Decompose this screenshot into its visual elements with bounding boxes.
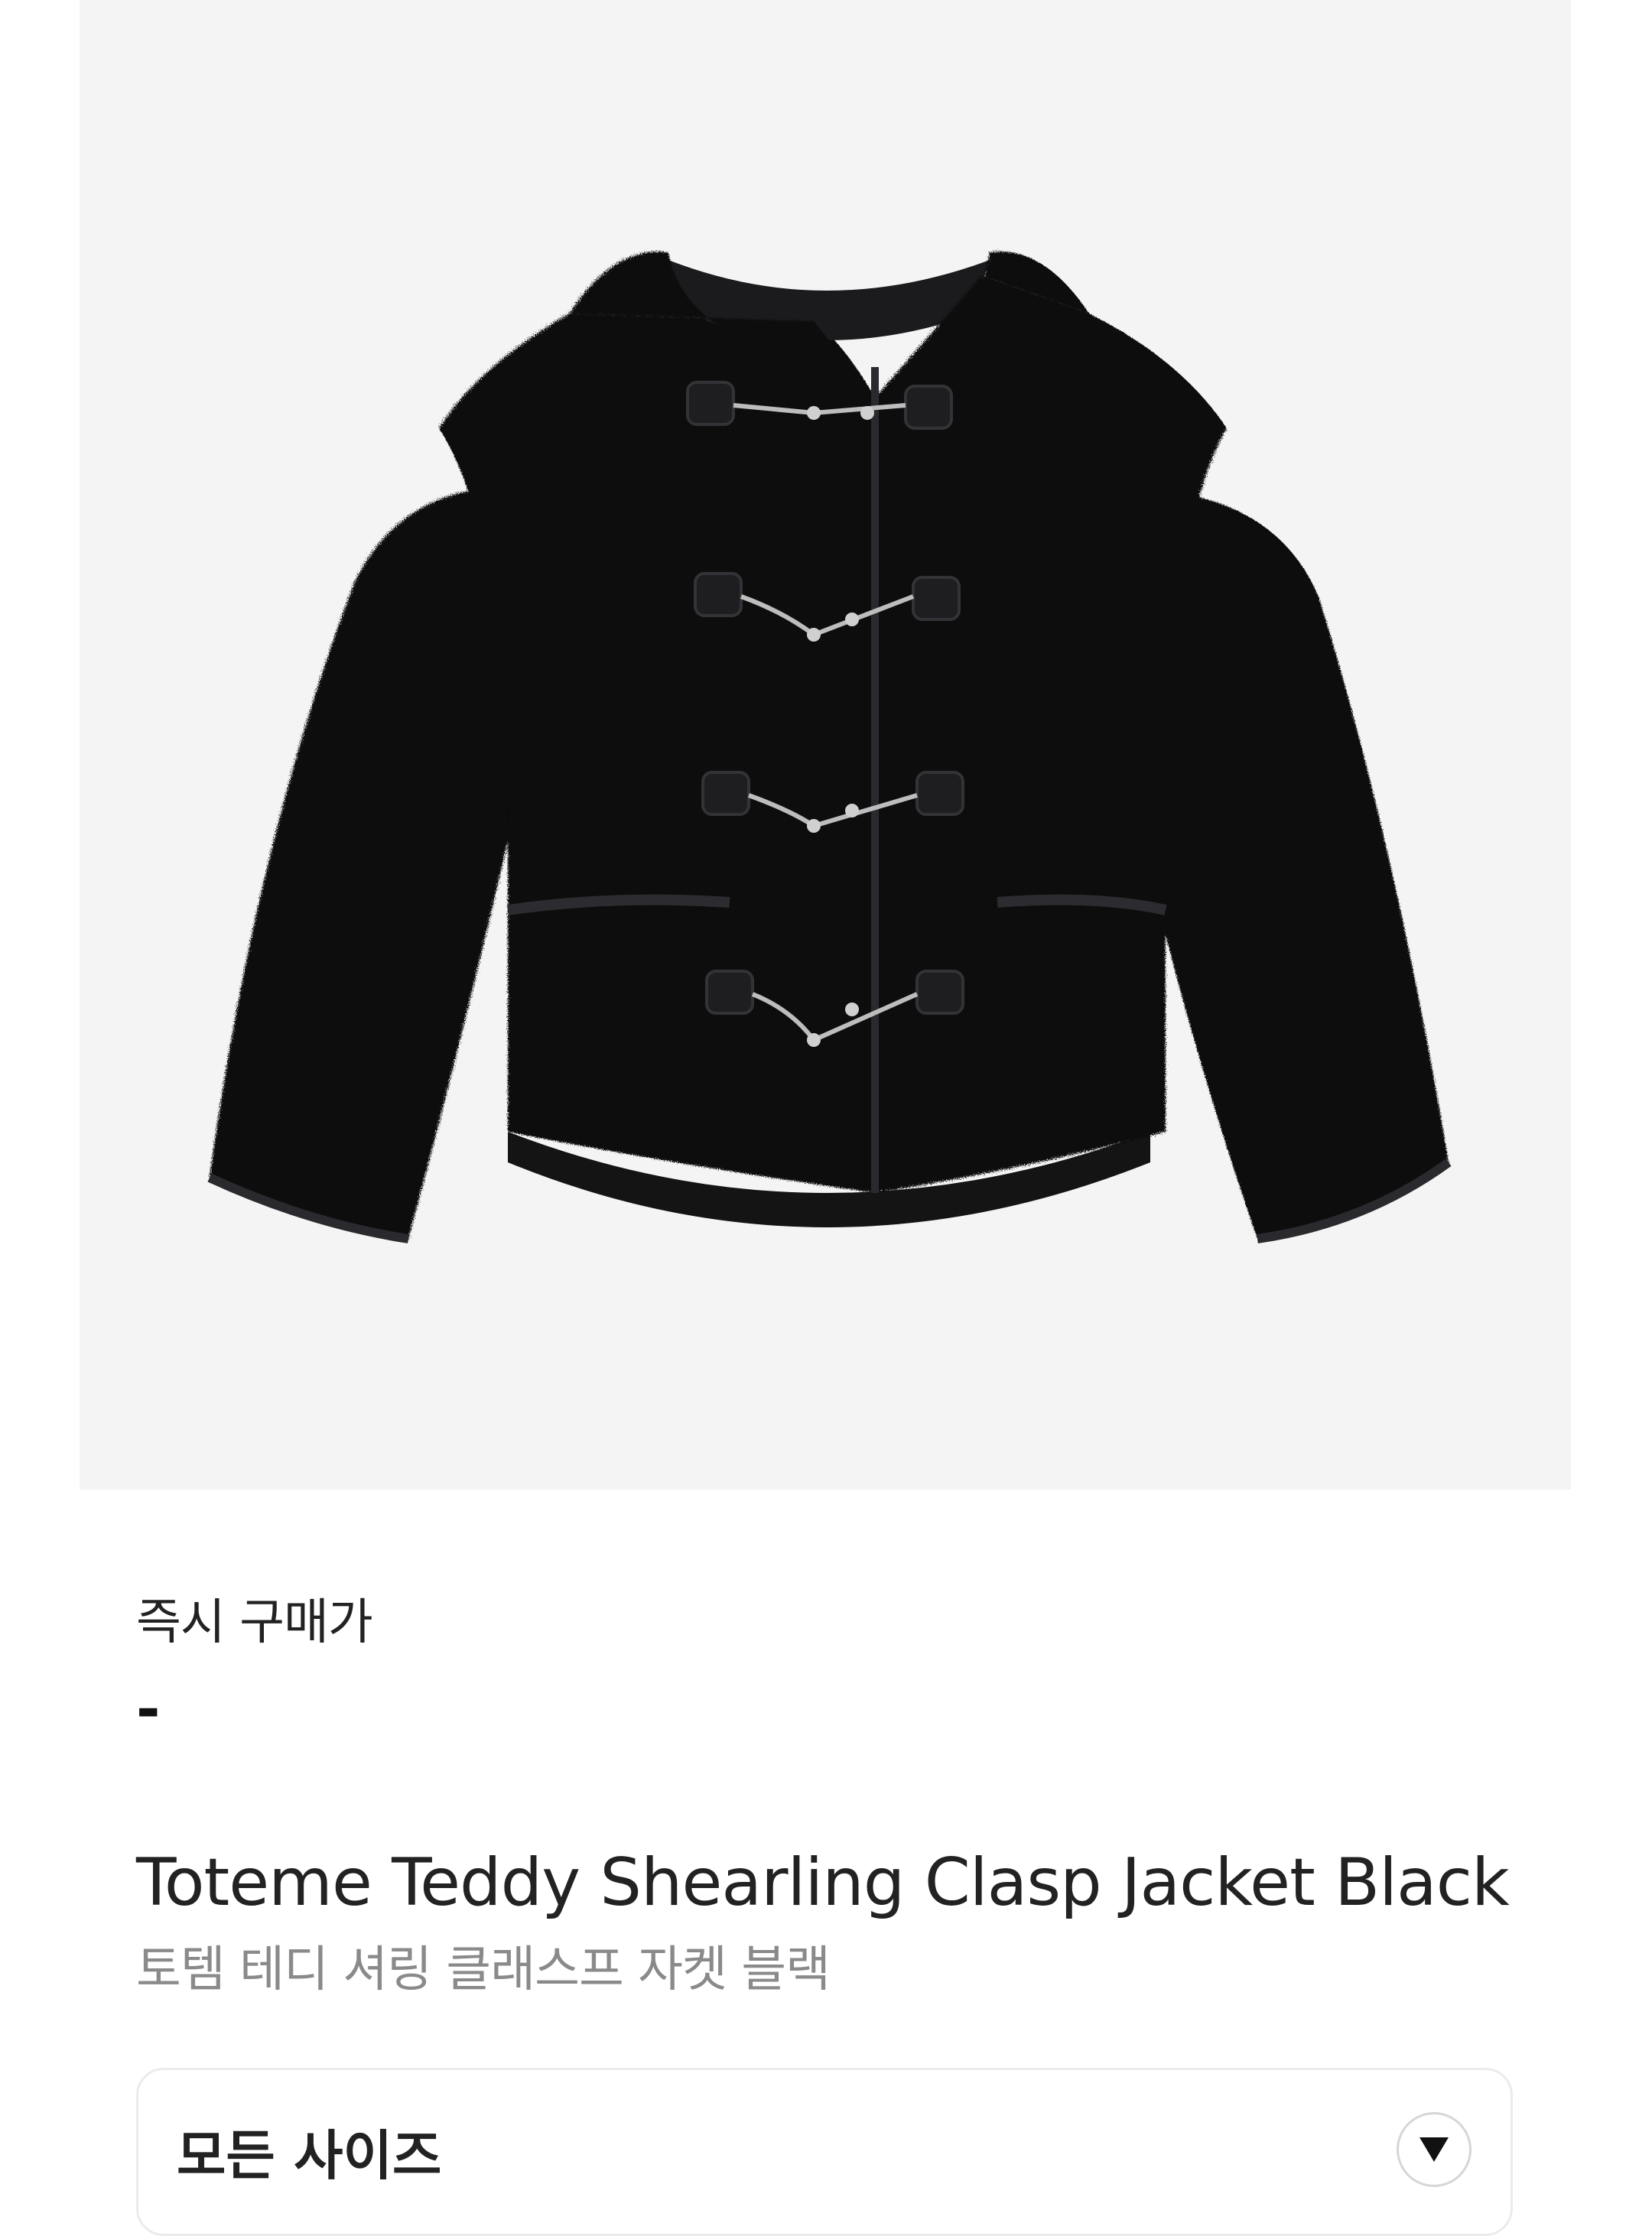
product-title: Toteme Teddy Shearling Clasp Jacket Blac… <box>136 1844 1510 1921</box>
product-image[interactable] <box>80 0 1571 1490</box>
jacket-illustration <box>207 252 1452 1243</box>
instant-buy-price-value: - <box>136 1675 161 1743</box>
product-subtitle-korean: 토템 테디 셔링 클래스프 자켓 블랙 <box>136 1942 831 1998</box>
size-select-dropdown[interactable]: 모든 사이즈 <box>136 2068 1513 2236</box>
instant-buy-price-label: 즉시 구매가 <box>136 1594 373 1651</box>
size-select-value: 모든 사이즈 <box>177 2124 442 2187</box>
chevron-down-icon[interactable] <box>1397 2112 1472 2187</box>
